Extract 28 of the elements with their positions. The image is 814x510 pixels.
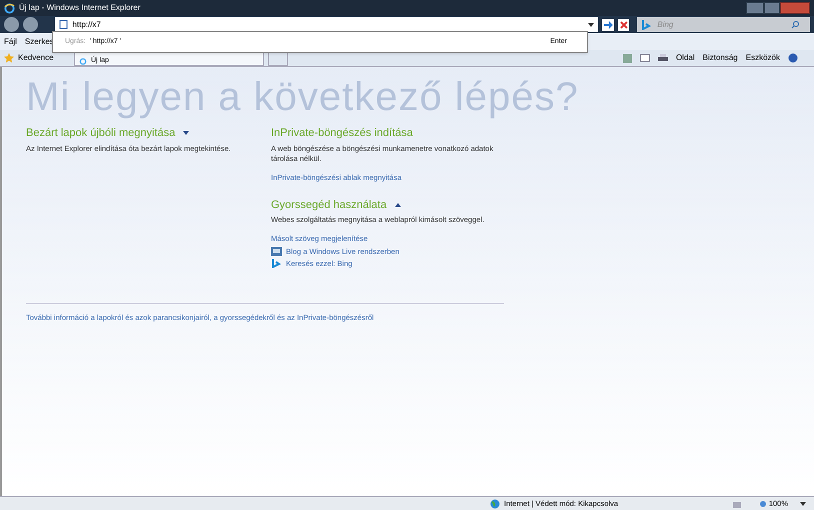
expand-chevron-icon[interactable] (183, 131, 190, 136)
search-input: Bing (657, 18, 788, 30)
toolbar-menu[interactable]: Eszközök (746, 52, 780, 64)
window-title: Új lap - Windows Internet Explorer (19, 2, 140, 14)
bing-logo-icon (641, 20, 654, 30)
minimize-button[interactable] (746, 2, 764, 14)
bing-logo-icon (271, 258, 282, 268)
globe-icon (490, 498, 500, 508)
back-button[interactable] (4, 17, 19, 32)
section-heading: InPrivate-böngészés indítása (271, 126, 413, 141)
address-field[interactable]: http://x7 (55, 17, 598, 32)
collapse-chevron-icon[interactable] (394, 203, 401, 207)
menu-item[interactable]: Fájl (4, 36, 17, 48)
favorites-button[interactable]: Kedvence (18, 52, 68, 64)
star-icon[interactable] (4, 53, 14, 63)
blog-icon (271, 246, 282, 256)
search-icon[interactable] (791, 20, 800, 29)
go-arrow-icon[interactable] (602, 18, 614, 30)
stop-icon[interactable] (618, 18, 630, 30)
maximize-button[interactable] (764, 2, 780, 14)
dropdown-arrow-icon[interactable] (588, 22, 594, 26)
caret-icon[interactable] (800, 502, 806, 506)
search-field[interactable]: Bing (637, 17, 810, 32)
browser-logo-icon (4, 2, 15, 14)
printer-icon[interactable] (658, 54, 668, 62)
forward-button[interactable] (22, 17, 38, 32)
toolbar-menu[interactable]: Oldal (676, 52, 695, 64)
toolbar-menu[interactable]: Biztonság (702, 52, 738, 64)
